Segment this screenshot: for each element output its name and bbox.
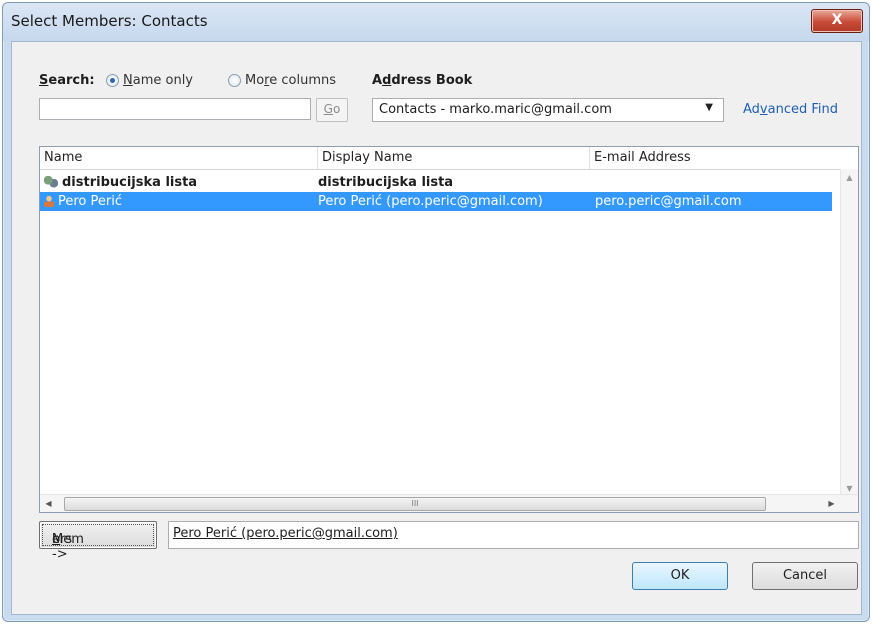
column-header-email[interactable]: E-mail Address	[590, 147, 858, 169]
row-name-cell: distribucijska lista	[44, 173, 197, 192]
horizontal-scrollbar[interactable]: ◀ III ▶	[40, 494, 858, 512]
scroll-right-icon[interactable]: ▶	[823, 495, 840, 512]
column-header-name[interactable]: Name	[40, 147, 318, 169]
advanced-find-link[interactable]: Advanced Find	[743, 102, 838, 117]
row-name-cell: Pero Perić	[44, 192, 122, 211]
name-only-radio[interactable]: Name only	[106, 73, 193, 88]
horizontal-scroll-thumb[interactable]: III	[64, 497, 766, 511]
ok-button[interactable]: OK	[632, 562, 728, 590]
close-button[interactable]: X	[811, 9, 863, 33]
scroll-left-icon[interactable]: ◀	[40, 495, 57, 512]
more-columns-label: More columns	[245, 73, 336, 88]
search-label: Search:	[39, 73, 95, 88]
radio-checked-icon	[106, 74, 119, 87]
name-only-label: Name only	[123, 73, 193, 88]
select-members-dialog: Select Members: Contacts X Search: Name …	[2, 2, 870, 622]
members-button[interactable]: Mem b ers ->	[39, 521, 157, 562]
scroll-up-icon[interactable]: ▲	[841, 169, 858, 186]
row-email-cell: pero.peric@gmail.com	[595, 194, 742, 209]
window-title: Select Members: Contacts	[11, 12, 208, 30]
address-book-label: Address Book	[372, 73, 473, 88]
contacts-list: Name Display Name E-mail Address distrib…	[39, 146, 859, 513]
search-input[interactable]	[39, 98, 311, 120]
row-display-cell: Pero Perić (pero.peric@gmail.com)	[318, 194, 543, 209]
list-row-distribution-list[interactable]: distribucijska lista distribucijska list…	[40, 173, 832, 192]
title-bar[interactable]: Select Members: Contacts X	[3, 3, 869, 41]
cancel-button[interactable]: Cancel	[752, 562, 858, 590]
close-icon: X	[831, 12, 843, 28]
list-row-pero-peric[interactable]: Pero Perić Pero Perić (pero.peric@gmail.…	[40, 192, 832, 211]
address-book-value: Contacts - marko.maric@gmail.com	[379, 102, 612, 117]
more-columns-radio[interactable]: More columns	[228, 73, 336, 88]
column-header-display-name[interactable]: Display Name	[318, 147, 590, 169]
address-book-dropdown[interactable]: Contacts - marko.maric@gmail.com ▼	[372, 98, 724, 122]
go-button[interactable]: Go	[316, 98, 348, 122]
members-field[interactable]: Pero Perić (pero.peric@gmail.com)	[168, 521, 859, 549]
dialog-body: Search: Name only More columns Address B…	[11, 41, 862, 615]
vertical-scrollbar[interactable]: ▲ ▼	[840, 169, 858, 497]
member-entry[interactable]: Pero Perić (pero.peric@gmail.com)	[173, 526, 398, 541]
chevron-down-icon: ▼	[705, 102, 713, 113]
contact-person-icon	[44, 195, 54, 207]
row-display-cell: distribucijska lista	[318, 175, 454, 190]
distribution-list-icon	[44, 176, 58, 188]
list-header: Name Display Name E-mail Address	[40, 147, 858, 170]
radio-unchecked-icon	[228, 74, 241, 87]
